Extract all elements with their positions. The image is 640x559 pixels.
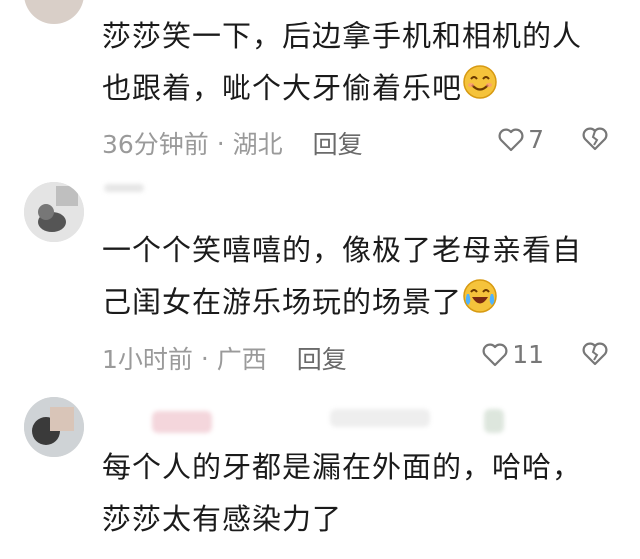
comment-text-line: 一个个笑嘻嘻的，像极了老母亲看自 — [102, 233, 583, 267]
username-placeholder — [104, 184, 144, 192]
dislike-button[interactable] — [582, 342, 608, 370]
comment-text-line: 莎莎笑一下，后边拿手机和相机的人 — [102, 19, 583, 53]
comment-text-line: 莎莎太有感染力了 — [102, 502, 343, 536]
comment-text: 一个个笑嘻嘻的，像极了老母亲看自 己闺女在游乐场玩的场景了 — [102, 224, 622, 330]
reply-button[interactable]: 回复 — [297, 340, 347, 376]
comment-meta: 36分钟前 · 湖北 回复 — [102, 125, 363, 161]
comment-text-content: 己闺女在游乐场玩的场景了 — [102, 285, 463, 319]
comment-text-line: 己闺女在游乐场玩的场景了 — [102, 276, 622, 330]
comment-meta: 1小时前 · 广西 回复 — [102, 340, 347, 376]
comment-text: 每个人的牙都是漏在外面的，哈哈， 莎莎太有感染力了 — [102, 441, 622, 545]
meta-separator: · — [192, 343, 217, 373]
like-count: 11 — [512, 340, 544, 369]
dislike-button[interactable] — [582, 127, 608, 155]
comment-text-content: 也跟着，呲个大牙偷着乐吧 — [102, 71, 463, 105]
meta-separator: · — [208, 128, 233, 158]
username-placeholder — [330, 409, 430, 427]
broken-heart-icon — [582, 127, 608, 151]
heart-outline-icon — [498, 128, 524, 151]
comment-text-line: 每个人的牙都是漏在外面的，哈哈， — [102, 450, 583, 484]
comment-location: 湖北 — [232, 130, 283, 159]
like-count: 7 — [528, 125, 544, 154]
reply-button[interactable]: 回复 — [313, 125, 363, 161]
comment-text-line: 也跟着，呲个大牙偷着乐吧 — [102, 62, 622, 116]
tears-of-joy-emoji — [462, 278, 498, 330]
comment-time: 1小时前 — [102, 345, 193, 374]
avatar[interactable] — [24, 397, 84, 457]
username-placeholder — [152, 411, 212, 433]
username-placeholder — [484, 409, 504, 433]
comment-text: 莎莎笑一下，后边拿手机和相机的人 也跟着，呲个大牙偷着乐吧 — [102, 10, 622, 116]
avatar[interactable] — [24, 0, 84, 24]
avatar[interactable] — [24, 182, 84, 242]
like-button[interactable]: 11 — [482, 340, 544, 369]
comment-location: 广西 — [216, 345, 267, 374]
broken-heart-icon — [582, 342, 608, 366]
heart-outline-icon — [482, 343, 508, 366]
like-button[interactable]: 7 — [498, 125, 544, 154]
comment-time: 36分钟前 — [102, 130, 209, 159]
smiling-face-emoji — [462, 64, 498, 116]
